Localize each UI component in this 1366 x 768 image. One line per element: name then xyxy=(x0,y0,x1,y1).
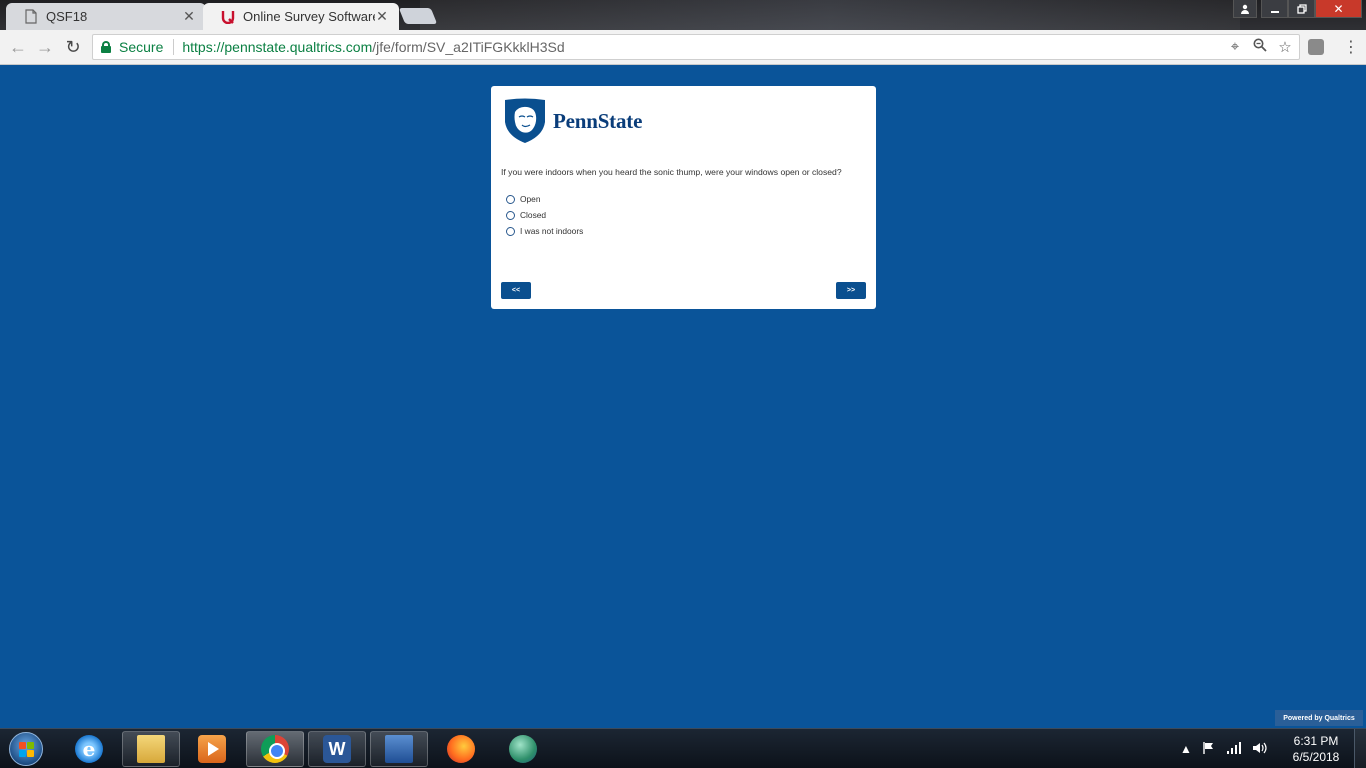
taskbar-chrome[interactable] xyxy=(246,731,304,767)
tab-qsf18[interactable]: QSF18 ✕ xyxy=(6,3,206,30)
nittany-lion-shield-icon xyxy=(505,98,545,143)
back-button[interactable]: << xyxy=(501,282,531,299)
tray-expand-icon[interactable]: ▲ xyxy=(1180,742,1192,756)
firefox-icon xyxy=(447,735,475,763)
lock-icon xyxy=(101,41,111,53)
chrome-icon xyxy=(261,735,289,763)
back-arrow-icon[interactable]: ← xyxy=(8,37,28,57)
logo-text: PennState xyxy=(553,108,643,133)
choice-not-indoors[interactable]: I was not indoors xyxy=(506,223,583,239)
taskbar-globe-app[interactable] xyxy=(494,731,552,767)
address-separator xyxy=(173,39,175,55)
reload-icon[interactable]: ↻ xyxy=(63,37,83,57)
tab-title: QSF18 xyxy=(46,9,88,24)
clock-time: 6:31 PM xyxy=(1293,734,1339,748)
close-icon[interactable]: ✕ xyxy=(375,8,389,25)
show-desktop-button[interactable] xyxy=(1354,729,1366,768)
word-icon: W xyxy=(323,735,351,763)
windows-logo-icon xyxy=(9,732,43,766)
folder-icon xyxy=(137,735,165,763)
choice-open[interactable]: Open xyxy=(506,191,583,207)
new-tab-button[interactable] xyxy=(398,8,438,24)
user-icon[interactable] xyxy=(1233,0,1257,18)
tab-online-survey-software[interactable]: Online Survey Software | Q ✕ xyxy=(203,3,399,30)
taskbar: e W ▲ 6:31 PM 6/5/2018 xyxy=(0,728,1366,768)
radio-button[interactable] xyxy=(506,194,515,204)
close-window-button[interactable]: ✕ xyxy=(1315,0,1362,18)
minimize-button[interactable] xyxy=(1261,0,1288,18)
choice-closed[interactable]: Closed xyxy=(506,207,583,223)
media-player-icon xyxy=(198,735,226,763)
close-icon[interactable]: ✕ xyxy=(182,8,196,25)
document-icon xyxy=(24,9,38,25)
question-text: If you were indoors when you heard the s… xyxy=(501,167,842,177)
bookmark-star-icon[interactable]: ☆ xyxy=(1277,38,1293,56)
remote-desktop-icon xyxy=(385,735,413,763)
taskbar-clock[interactable]: 6:31 PM 6/5/2018 xyxy=(1288,733,1344,765)
clock-date: 6/5/2018 xyxy=(1292,750,1340,764)
restore-button[interactable] xyxy=(1288,0,1315,18)
start-button[interactable] xyxy=(6,732,46,766)
radio-button[interactable] xyxy=(506,210,515,220)
taskbar-media-player[interactable] xyxy=(183,731,241,767)
taskbar-remote-desktop[interactable] xyxy=(370,731,428,767)
volume-icon[interactable] xyxy=(1252,741,1268,758)
tab-title: Online Survey Software | Q xyxy=(243,9,375,24)
taskbar-firefox[interactable] xyxy=(432,731,490,767)
qualtrics-icon xyxy=(221,9,235,25)
survey-card: PennState If you were indoors when you h… xyxy=(491,86,876,309)
globe-icon xyxy=(509,735,537,763)
choice-label: Closed xyxy=(520,210,547,220)
url-path: /jfe/form/SV_a2ITiFGKkklH3Sd xyxy=(372,39,565,55)
address-bar-icons: ⌖ ☆ xyxy=(1227,38,1293,56)
location-target-icon[interactable]: ⌖ xyxy=(1227,38,1243,56)
browser-toolbar: ← → ↻ Secure https://pennstate.qualtrics… xyxy=(0,30,1366,65)
taskbar-file-explorer[interactable] xyxy=(122,731,180,767)
address-bar[interactable]: Secure https://pennstate.qualtrics.com/j… xyxy=(92,34,1300,60)
url-host: https://pennstate.qualtrics.com xyxy=(182,39,373,55)
choice-label: I was not indoors xyxy=(520,226,584,236)
internet-explorer-icon: e xyxy=(75,735,103,763)
action-center-flag-icon[interactable] xyxy=(1202,741,1216,758)
radio-button[interactable] xyxy=(506,226,515,236)
titlebar-glass xyxy=(420,0,1240,30)
forward-arrow-icon[interactable]: → xyxy=(35,37,55,57)
taskbar-internet-explorer[interactable]: e xyxy=(60,731,118,767)
system-tray: ▲ xyxy=(1180,729,1268,768)
zoom-icon[interactable] xyxy=(1252,38,1268,56)
browser-titlebar: QSF18 ✕ Online Survey Software | Q ✕ ✕ xyxy=(0,0,1366,30)
secure-label: Secure xyxy=(119,39,164,55)
answer-choices: Open Closed I was not indoors xyxy=(506,191,583,239)
menu-kebab-icon[interactable]: ⋮ xyxy=(1343,37,1359,57)
pennstate-logo: PennState xyxy=(503,98,642,144)
extension-icon[interactable] xyxy=(1308,39,1324,55)
powered-by-qualtrics-link[interactable]: Powered by Qualtrics xyxy=(1275,710,1363,726)
taskbar-word[interactable]: W xyxy=(308,731,366,767)
choice-label: Open xyxy=(520,194,541,204)
next-button[interactable]: >> xyxy=(836,282,866,299)
network-signal-icon[interactable] xyxy=(1226,741,1242,758)
